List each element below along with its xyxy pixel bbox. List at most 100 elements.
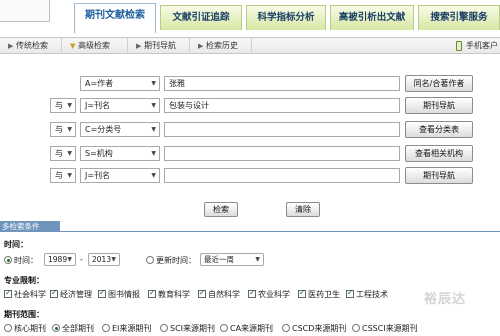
field-select-value: C=分类号 (85, 125, 122, 134)
from-year-select[interactable]: 1989 ▼ (44, 253, 76, 266)
field-select-value: S=机构 (85, 149, 113, 158)
subtab-journal-navigation[interactable]: ▶ 期刊导航 (132, 38, 190, 54)
checkbox-economics[interactable] (50, 288, 58, 298)
checkbox-engineering[interactable] (346, 288, 354, 298)
subtab-label: 期刊导航 (144, 41, 176, 50)
checkbox-label: 社会科学 (14, 290, 46, 299)
logo-area (0, 0, 50, 22)
year-separator: - (80, 255, 83, 264)
logic-select[interactable]: 与 ▼ (50, 122, 76, 137)
checkbox-label: 农业科学 (258, 290, 290, 299)
time-range-label: 时间： (14, 256, 38, 265)
time-section-label: 时间： (4, 240, 28, 249)
field-select-value: J=刊名 (85, 171, 111, 180)
tab-highly-cited[interactable]: 高被引析出文献 (330, 5, 414, 30)
checkbox-label: 工程技术 (356, 290, 388, 299)
radio-sci-journals[interactable] (160, 324, 168, 332)
field-select[interactable]: J=刊名 ▼ (80, 168, 160, 183)
field-select[interactable]: J=刊名 ▼ (80, 98, 160, 113)
dropdown-arrow-icon: ▼ (255, 256, 260, 263)
radio-label: CA来源期刊 (230, 324, 274, 333)
from-year-value: 1989 (48, 255, 68, 264)
reset-button[interactable]: 清除 (286, 202, 320, 217)
logic-select-value: 与 (55, 171, 63, 180)
search-term-input[interactable]: 包装与设计 (164, 98, 400, 113)
checkbox-label: 经济管理 (60, 290, 92, 299)
radio-ei-journals[interactable] (102, 324, 110, 332)
search-term-input[interactable] (164, 146, 400, 161)
search-row: 与 ▼ J=刊名 ▼ 期刊导航 (0, 167, 500, 185)
radio-label: 全部期刊 (62, 324, 94, 333)
subtab-advanced-search[interactable]: ▼ 高级检索 (66, 38, 128, 54)
field-select[interactable]: A=作者 ▼ (80, 76, 160, 91)
subtab-label: 传统检索 (16, 41, 48, 50)
logic-select[interactable]: 与 ▼ (50, 168, 76, 183)
mobile-client-link[interactable]: 手机客户 (454, 38, 500, 54)
radio-all-journals[interactable] (52, 324, 60, 332)
logic-select[interactable]: 与 ▼ (50, 98, 76, 113)
to-year-select[interactable]: 2013 ▼ (88, 253, 120, 266)
logic-select-value: 与 (55, 125, 63, 134)
checkbox-label: 医药卫生 (308, 290, 340, 299)
field-select-value: J=刊名 (85, 101, 111, 110)
checkbox-education[interactable] (148, 288, 156, 298)
tab-search-engine[interactable]: 搜索引擎服务 (418, 5, 500, 30)
dropdown-arrow-icon: ▼ (67, 126, 72, 133)
time-range-radio[interactable] (4, 256, 12, 264)
search-row: 与 ▼ S=机构 ▼ 查看相关机构 (0, 145, 500, 163)
radio-label: CSCD来源期刊 (292, 324, 347, 333)
checkbox-agriculture[interactable] (248, 288, 256, 298)
dropdown-arrow-icon: ▼ (151, 150, 156, 157)
checkbox-medicine[interactable] (298, 288, 306, 298)
view-institutions-button[interactable]: 查看相关机构 (405, 145, 473, 162)
radio-ca-journals[interactable] (220, 324, 228, 332)
search-button[interactable]: 检索 (204, 202, 238, 217)
logic-select[interactable]: 与 ▼ (50, 146, 76, 161)
dropdown-arrow-icon: ▼ (67, 172, 72, 179)
journal-scope-label: 期刊范围： (4, 310, 44, 319)
phone-icon (456, 41, 462, 51)
subtab-traditional-search[interactable]: ▶ 传统检索 (4, 38, 62, 54)
conditions-divider (0, 231, 500, 232)
coauthor-button[interactable]: 同名/合著作者 (405, 75, 473, 92)
dropdown-arrow-icon: ▼ (151, 80, 156, 87)
to-year-value: 2013 (92, 255, 112, 264)
journal-navigation-button[interactable]: 期刊导航 (405, 97, 473, 114)
tab-science-indicators[interactable]: 科学指标分析 (246, 5, 326, 30)
dropdown-arrow-icon: ▼ (151, 172, 156, 179)
checkbox-label: 教育科学 (158, 290, 190, 299)
logic-select-value: 与 (55, 149, 63, 158)
radio-core-journals[interactable] (4, 324, 12, 332)
journal-navigation-button[interactable]: 期刊导航 (405, 167, 473, 184)
radio-label: CSSCI来源期刊 (362, 324, 418, 333)
checkbox-label: 自然科学 (208, 290, 240, 299)
field-select[interactable]: C=分类号 ▼ (80, 122, 160, 137)
checkbox-natural-science[interactable] (198, 288, 206, 298)
radio-label: SCI来源期刊 (170, 324, 216, 333)
radio-cscd-journals[interactable] (282, 324, 290, 332)
triangle-right-icon: ▶ (198, 42, 204, 50)
search-term-input[interactable] (164, 168, 400, 183)
subtab-search-history[interactable]: ▶ 检索历史 (194, 38, 252, 54)
sub-tab-bar: ▶ 传统检索 ▼ 高级检索 ▶ 期刊导航 ▶ 检索历史 手机客户 (0, 37, 500, 54)
top-tab-bar: 期刊文献检索 文献引证追踪 科学指标分析 高被引析出文献 搜索引擎服务 (0, 0, 500, 38)
field-select[interactable]: S=机构 ▼ (80, 146, 160, 161)
radio-cssci-journals[interactable] (352, 324, 360, 332)
search-row: 与 ▼ C=分类号 ▼ 查看分类表 (0, 121, 500, 139)
view-classification-button[interactable]: 查看分类表 (405, 121, 473, 138)
search-term-input[interactable]: 张雅 (164, 76, 400, 91)
update-time-radio[interactable] (146, 256, 154, 264)
update-time-label: 更新时间： (156, 256, 196, 265)
triangle-right-icon: ▶ (136, 42, 142, 50)
search-row: 与 ▼ J=刊名 ▼ 包装与设计 期刊导航 (0, 97, 500, 115)
tab-citation-tracking[interactable]: 文献引证追踪 (160, 5, 242, 30)
search-row: A=作者 ▼ 张雅 同名/合著作者 (0, 75, 500, 93)
checkbox-social-science[interactable] (4, 288, 12, 298)
dropdown-arrow-icon: ▼ (111, 256, 116, 263)
checkbox-library-info[interactable] (98, 288, 106, 298)
tab-journal-search[interactable]: 期刊文献检索 (74, 3, 156, 33)
search-term-input[interactable] (164, 122, 400, 137)
subtab-label: 高级检索 (78, 41, 110, 50)
update-time-select[interactable]: 最近一周 ▼ (200, 253, 264, 266)
dropdown-arrow-icon: ▼ (67, 150, 72, 157)
